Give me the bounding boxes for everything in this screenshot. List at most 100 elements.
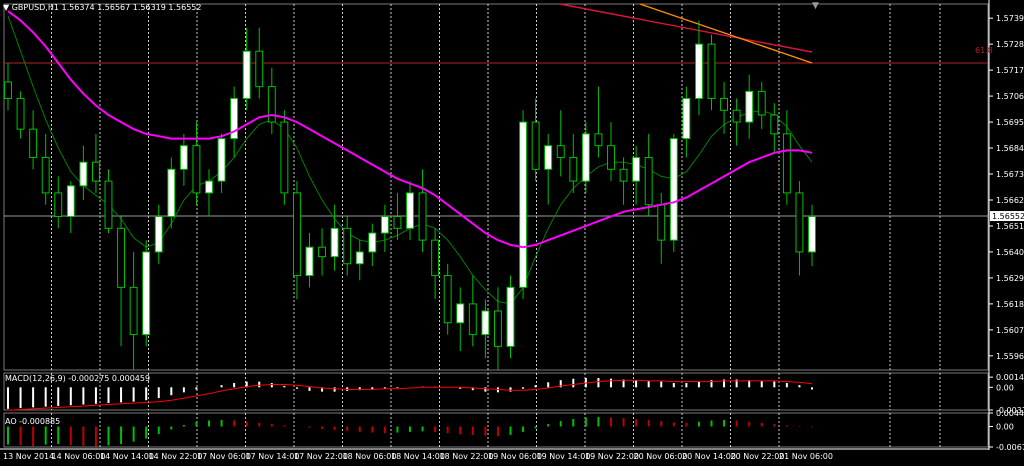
candle-bear [431, 239, 440, 277]
candle-bull [368, 232, 377, 253]
ao-tick-label: -0.006797 [996, 443, 1024, 452]
candle-bear [468, 303, 477, 336]
candle-bull [456, 303, 465, 324]
candle-bear [644, 156, 653, 206]
trading-chart[interactable]: 1.57390 1.57280 1.57170 1.57060 1.56950 1.568… [0, 0, 1024, 464]
candle-bull [154, 216, 163, 253]
time-label: 14 Nov 06:00 [52, 452, 106, 461]
candle-bull [305, 246, 314, 277]
candle-bull [669, 138, 678, 241]
candle-bull [506, 286, 515, 347]
candle-bear [393, 216, 402, 229]
candle-bull [179, 145, 188, 170]
candle-bull [79, 161, 88, 187]
chart-canvas[interactable]: 1.57390 1.57280 1.57170 1.57060 1.56950 1.568… [0, 0, 1024, 464]
time-label: 14 Nov 22:00 [149, 452, 203, 461]
price-tick-label: 1.56840 [996, 144, 1024, 153]
candle-bear [531, 121, 540, 170]
candle-bear [104, 180, 113, 229]
candle-bull [406, 192, 414, 229]
candle-bear [117, 227, 126, 288]
candle-bear [16, 97, 25, 130]
candle-bull [167, 168, 176, 218]
price-tick-label: 1.56180 [996, 300, 1024, 309]
time-label: 13 Nov 2014 [3, 452, 54, 461]
candle-bear [770, 114, 779, 135]
candle-bull [632, 156, 641, 182]
candle-bull [581, 133, 590, 182]
price-tick-label: 1.56620 [996, 196, 1024, 205]
candle-bull [544, 145, 553, 170]
candle-bull [519, 121, 528, 288]
price-tick-label: 1.55960 [996, 352, 1024, 361]
price-tick-label: 1.56290 [996, 274, 1024, 283]
time-label: 19 Nov 22:00 [585, 452, 639, 461]
time-label: 17 Nov 22:00 [294, 452, 348, 461]
macd-tick-label: 0.001422 [996, 373, 1024, 382]
candle-bull [217, 138, 226, 182]
time-label: 18 Nov 22:00 [440, 452, 494, 461]
ao-tick-label: 0.00 [996, 423, 1014, 432]
candle-bear [129, 286, 138, 336]
price-tick-label: 1.57060 [996, 92, 1024, 101]
fib-level-label: 61.8 [975, 46, 993, 55]
candle-bear [594, 133, 603, 147]
candle-bull [808, 216, 816, 253]
time-label: 20 Nov 06:00 [634, 452, 688, 461]
candle-bull [355, 251, 364, 265]
candle-bear [657, 204, 666, 241]
price-tick-label: 1.56730 [996, 170, 1024, 179]
chart-background [0, 0, 1024, 464]
time-label: 20 Nov 22:00 [731, 452, 785, 461]
candle-bear [732, 109, 741, 123]
candle-bear [280, 121, 289, 194]
candle-bull [694, 43, 703, 99]
current-price-value: 1.56552 [992, 212, 1024, 221]
candle-bear [493, 310, 502, 347]
candle-bull [242, 50, 251, 99]
time-label: 18 Nov 06:00 [343, 452, 397, 461]
candle-bear [556, 145, 565, 158]
candle-bear [318, 246, 327, 258]
candle-bear [91, 161, 100, 182]
price-tick-label: 1.57280 [996, 40, 1024, 49]
price-tick-label: 1.57390 [996, 14, 1024, 23]
price-tick-label: 1.56510 [996, 222, 1024, 231]
candle-bear [707, 43, 716, 99]
time-label: 20 Nov 14:00 [682, 452, 736, 461]
price-tick-label: 1.56950 [996, 118, 1024, 127]
dropdown-triangle-icon[interactable]: ▼ [3, 3, 9, 12]
candle-bull [205, 180, 213, 194]
candle-bear [41, 156, 50, 194]
candle-bear [255, 50, 264, 88]
candle-bear [795, 192, 804, 253]
candle-bear [29, 128, 38, 158]
price-tick-label: 1.56070 [996, 326, 1024, 335]
candle-bear [569, 156, 578, 182]
candle-bear [4, 81, 12, 99]
time-label: 21 Nov 06:00 [779, 452, 833, 461]
candle-bear [343, 227, 352, 265]
symbol-header: ▼ GBPUSD,H1 1.56374 1.56567 1.56319 1.56… [3, 3, 201, 12]
candle-bear [418, 192, 427, 241]
macd-label: MACD(12,26,9) -0.000275 0.000459 [5, 374, 151, 383]
symbol-header-text: GBPUSD,H1 1.56374 1.56567 1.56319 1.5655… [11, 3, 202, 12]
ao-label: AO -0.000885 [5, 417, 61, 426]
candle-bear [619, 168, 628, 182]
shift-marker-icon[interactable]: ▼ [812, 1, 819, 11]
candle-bear [782, 133, 791, 194]
price-tick-label: 1.56400 [996, 248, 1024, 257]
macd-tick-label: 0.00 [996, 383, 1014, 392]
candle-bear [757, 90, 766, 116]
price-tick-label: 1.57170 [996, 66, 1024, 75]
time-label: 14 Nov 14:00 [100, 452, 154, 461]
candle-bull [682, 97, 691, 140]
time-label: 18 Nov 14:00 [391, 452, 445, 461]
ao-tick-label: 0.004483 [996, 409, 1024, 418]
candle-bear [443, 275, 452, 324]
candle-bull [142, 251, 151, 336]
time-label: 19 Nov 06:00 [488, 452, 542, 461]
time-axis: 13 Nov 201414 Nov 06:0014 Nov 14:0014 No… [3, 452, 833, 461]
candle-bear [267, 86, 276, 123]
candle-bear [292, 192, 301, 277]
